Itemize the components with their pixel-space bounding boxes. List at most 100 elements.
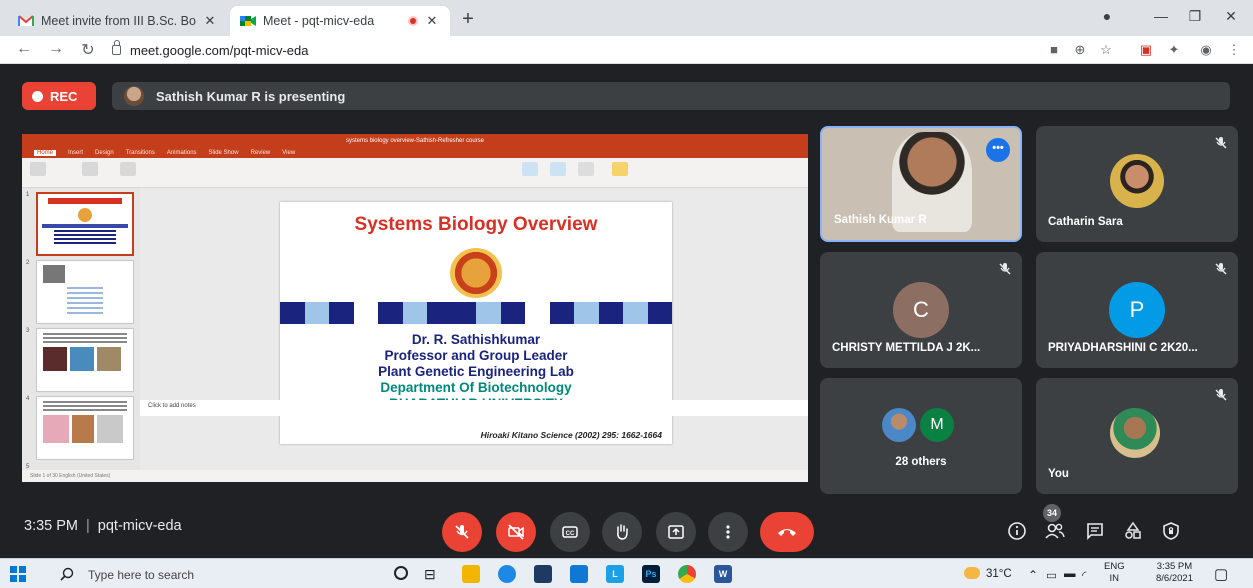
notifications-icon[interactable]: ▢ [1214,565,1228,583]
taskbar-clock[interactable]: 3:35 PM 8/6/2021 [1156,561,1193,585]
reload-button[interactable]: ↻ [78,40,98,60]
mic-off-icon [1215,137,1227,149]
people-button[interactable] [1040,516,1070,546]
participant-name: 28 others [895,456,947,468]
picture-icon [522,162,538,176]
close-tab-icon[interactable]: ✕ [202,13,218,29]
meeting-code: pqt-micv-eda [97,518,182,534]
thumb-number: 4 [26,396,30,402]
camera-indicator-icon[interactable]: ■ [1044,42,1064,57]
info-icon [1008,522,1026,540]
thumb-number: 2 [26,260,30,266]
tray-chevron-icon[interactable]: ⌃ [1028,568,1038,582]
extension-icon[interactable]: ▣ [1136,42,1156,58]
participant-name: You [1048,468,1069,480]
toggle-camera-button[interactable] [496,512,536,552]
photoshop-icon[interactable]: Ps [642,565,660,583]
close-window-button[interactable]: ✕ [1216,8,1246,25]
self-tile[interactable]: You [1036,378,1238,494]
avatar[interactable]: ◉ [1196,42,1216,58]
taskbar-search-input[interactable]: Type here to search [88,568,194,582]
mic-off-icon [999,263,1011,275]
maximize-button[interactable]: ❐ [1180,8,1210,25]
slide-thumbnail [36,328,134,392]
tab-meet[interactable]: Meet - pqt-micv-eda ✕ [230,6,450,36]
participant-tile[interactable]: P PRIYADHARSHINI C 2K20... [1036,252,1238,368]
participant-name: CHRISTY METTILDA J 2K... [832,342,981,354]
meet-area: REC Sathish Kumar R is presenting system… [0,64,1253,558]
chrome-icon[interactable] [678,565,696,583]
slide-title: Systems Biology Overview [354,214,598,235]
participant-name: PRIYADHARSHINI C 2K20... [1048,342,1198,354]
captions-button[interactable]: CC [550,512,590,552]
wifi-icon[interactable]: ◜ [1082,568,1086,582]
chat-icon [1087,523,1103,540]
textbox-icon [578,162,594,176]
language-indicator[interactable]: ENG IN [1104,561,1125,585]
ppt-tab: Slide Show [208,150,239,156]
rec-dot-icon [32,90,43,102]
tab-title: Meet - pqt-micv-eda [263,14,375,28]
browser-toolbar: ← → ↻ meet.google.com/pqt-micv-eda ■ ⊕ ☆… [0,36,1253,64]
new-tab-button[interactable]: + [456,8,480,31]
activities-button[interactable] [1118,516,1148,546]
avatar [124,86,144,106]
task-view-icon[interactable]: ⊟ [424,566,436,583]
present-button[interactable] [656,512,696,552]
profile-icon[interactable]: ● [1092,8,1122,24]
app-l-icon[interactable]: L [606,565,624,583]
chat-button[interactable] [1080,516,1110,546]
toggle-mic-button[interactable] [442,512,482,552]
word-icon[interactable]: W [714,565,732,583]
lock-icon [112,40,121,55]
minimize-button[interactable]: — [1146,8,1176,24]
browser-tab-strip: Meet invite from III B.Sc. Botany ✕ Meet… [0,0,1253,36]
more-options-button[interactable]: ••• [986,138,1010,162]
network-icon[interactable]: ▭ [1046,568,1057,582]
notes-pane[interactable]: Click to add notes [140,400,808,416]
layout-icon [120,162,136,176]
zoom-icon[interactable]: ⊕ [1070,42,1090,58]
ppt-tab: Transitions [125,150,155,156]
participant-tile[interactable]: C CHRISTY METTILDA J 2K... [820,252,1022,368]
raise-hand-button[interactable] [602,512,642,552]
presenting-banner: Sathish Kumar R is presenting [112,82,1230,110]
forward-button[interactable]: → [46,40,66,58]
ppt-tab: View [282,150,296,156]
file-explorer-icon[interactable] [462,565,480,583]
shapes-icon [550,162,566,176]
address-bar[interactable]: meet.google.com/pqt-micv-eda [112,39,1032,61]
weather-temp[interactable]: 31°C [986,568,1012,580]
cortana-icon[interactable] [394,566,408,580]
menu-kebab-icon[interactable]: ⋮ [1224,42,1244,58]
store-icon[interactable] [534,565,552,583]
mic-off-icon [455,525,469,539]
ppt-ribbon [22,158,808,188]
extensions-puzzle-icon[interactable]: ✦ [1164,42,1184,58]
weather-icon [964,567,980,579]
more-options-button[interactable] [708,512,748,552]
edge-icon[interactable] [498,565,516,583]
back-button[interactable]: ← [14,40,34,58]
leave-call-button[interactable] [760,512,814,552]
camera-off-icon [508,524,524,540]
url-text: meet.google.com/pqt-micv-eda [130,42,309,58]
mail-icon[interactable] [570,565,588,583]
windows-start-icon[interactable] [10,566,26,582]
participant-tile[interactable]: Catharin Sara [1036,126,1238,242]
bookmark-star-icon[interactable]: ☆ [1096,42,1116,58]
close-tab-icon[interactable]: ✕ [424,13,440,29]
battery-icon[interactable]: ▬ [1064,568,1076,580]
tab-gmail[interactable]: Meet invite from III B.Sc. Botany ✕ [8,6,228,36]
slide-line: Dr. R. Sathishkumar [411,332,541,347]
slide-canvas: Systems Biology Overview Dr. R. Sathishk… [140,188,808,470]
slide-thumbnail [36,396,134,460]
others-tile[interactable]: M 28 others [820,378,1022,494]
ppt-tab: Home [34,150,57,156]
slide-thumbnail [36,192,134,256]
participant-tile[interactable]: ••• Sathish Kumar R [820,126,1022,242]
language-code: ENG [1104,561,1125,572]
meeting-info-button[interactable] [1002,516,1032,546]
rec-indicator[interactable]: REC [22,82,96,110]
host-controls-button[interactable] [1156,516,1186,546]
